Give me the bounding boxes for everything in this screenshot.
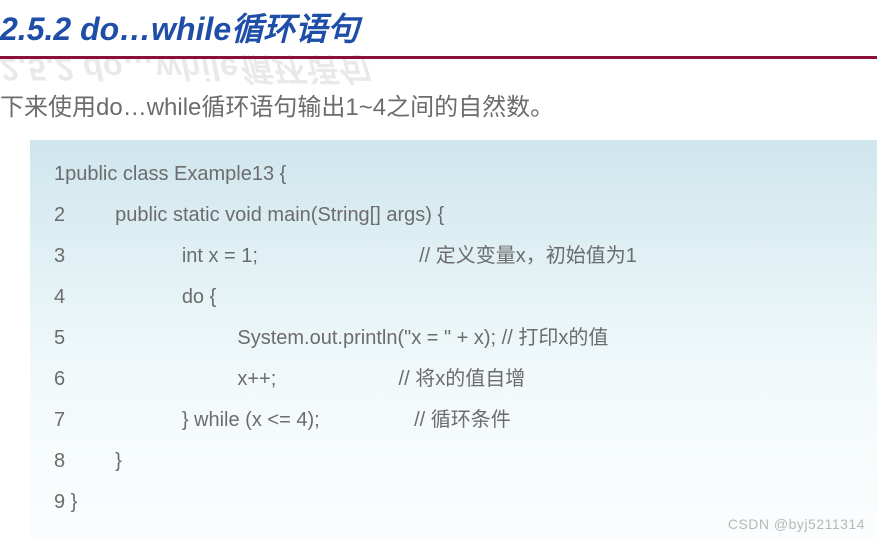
code-line: 1public class Example13 {	[54, 154, 853, 195]
code-block: 1public class Example13 { 2 public stati…	[30, 140, 877, 539]
code-line: 7 } while (x <= 4); // 循环条件	[54, 400, 853, 441]
code-line: 6 x++; // 将x的值自增	[54, 359, 853, 400]
code-line: 5 System.out.println("x = " + x); // 打印x…	[54, 318, 853, 359]
code-line: 3 int x = 1; // 定义变量x，初始值为1	[54, 236, 853, 277]
code-line: 4 do {	[54, 277, 853, 318]
intro-text: 下来使用do…while循环语句输出1~4之间的自然数。	[0, 77, 877, 140]
code-line: 8 }	[54, 441, 853, 482]
code-line: 2 public static void main(String[] args)…	[54, 195, 853, 236]
watermark: CSDN @byj5211314	[728, 516, 865, 532]
section-heading: 2.5.2 do…while循环语句	[0, 0, 877, 56]
heading-rule	[0, 56, 877, 59]
